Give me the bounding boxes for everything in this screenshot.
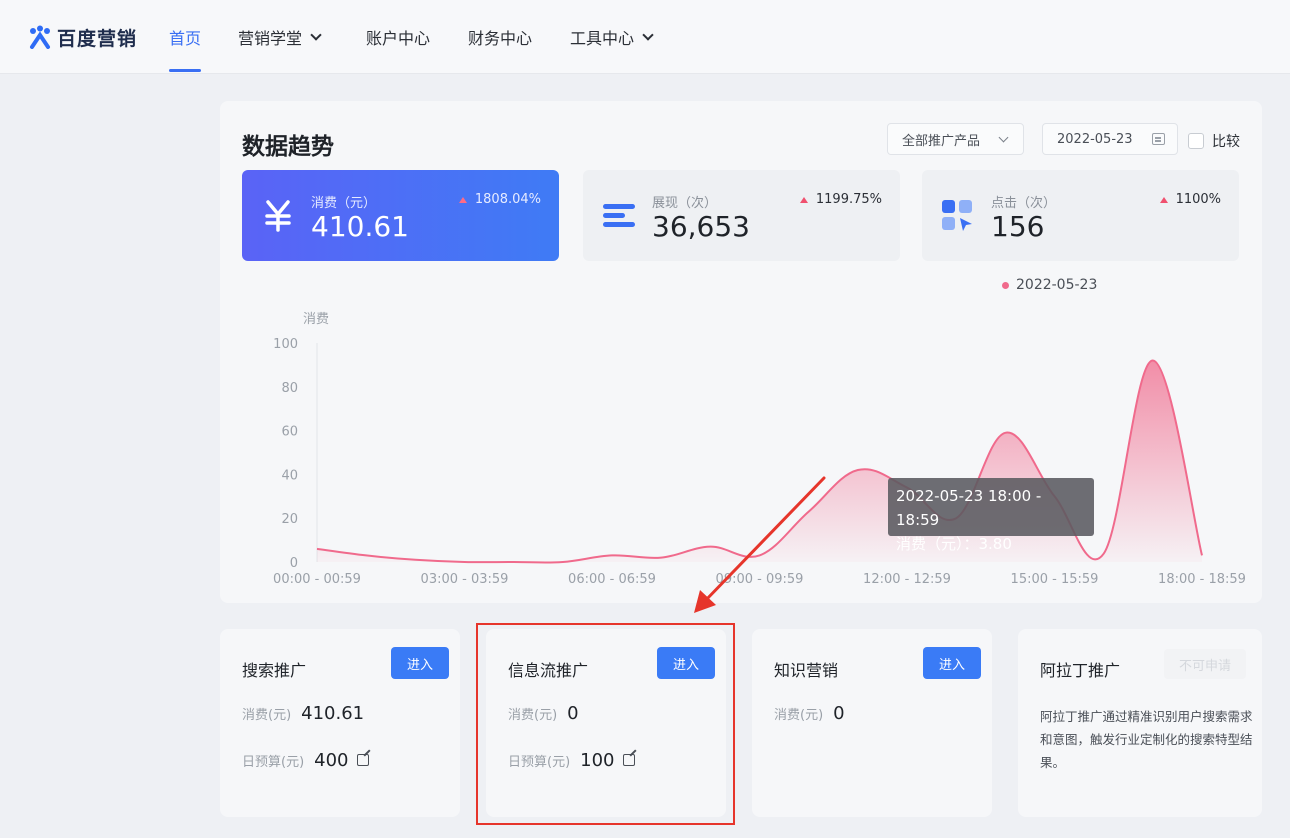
nav-account-center-label: 账户中心 — [366, 29, 431, 48]
nav-tool-center-label: 工具中心 — [570, 29, 635, 48]
nav-finance-center-label: 财务中心 — [468, 29, 533, 48]
nav-home-label: 首页 — [169, 29, 202, 48]
chevron-down-icon — [642, 28, 654, 41]
card-title: 搜索推广 — [242, 661, 307, 680]
data-point — [414, 558, 417, 561]
card-knowledge-marketing: 知识营销 进入 消费(元) 0 — [752, 629, 992, 817]
y-tick-label: 40 — [281, 468, 298, 483]
y-tick-label: 60 — [281, 425, 298, 440]
nav-marketing-school-label: 营销学堂 — [238, 29, 303, 48]
data-point — [463, 561, 466, 564]
data-point — [611, 554, 614, 557]
nav-finance-center[interactable]: 财务中心 — [468, 25, 532, 49]
data-point — [856, 469, 859, 472]
annotation-highlight-box — [476, 623, 735, 825]
data-point — [1004, 431, 1007, 434]
nav-marketing-school[interactable]: 营销学堂 — [238, 25, 322, 49]
spend-label: 消费(元) — [242, 708, 292, 723]
y-tick-label: 20 — [281, 512, 298, 527]
data-point — [1151, 359, 1154, 362]
card-description: 阿拉丁推广通过精准识别用户搜索需求和意图，触发行业定制化的搜索特型结果。 — [1040, 709, 1253, 770]
budget-value: 400 — [314, 750, 349, 771]
enter-button[interactable]: 进入 — [923, 647, 981, 679]
x-tick-label: 06:00 - 06:59 — [568, 572, 656, 587]
spend-value: 410.61 — [301, 703, 365, 724]
data-point — [316, 547, 319, 550]
x-tick-label: 00:00 - 00:59 — [273, 572, 361, 587]
x-tick-label: 03:00 - 03:59 — [421, 572, 509, 587]
spend-value: 0 — [833, 703, 845, 724]
spend-row: 消费(元) 0 — [774, 703, 845, 724]
budget-row: 日预算(元) 400 — [242, 750, 369, 771]
nav-home[interactable]: 首页 — [169, 25, 201, 49]
data-point — [709, 545, 712, 548]
brand-name: 百度营销 — [57, 27, 138, 50]
spend-row: 消费(元) 410.61 — [242, 703, 364, 724]
chart-tooltip: 2022-05-23 18:00 - 18:59 消费（元）：3.80 — [888, 478, 1094, 553]
tooltip-value: 消费（元）：3.80 — [896, 535, 1012, 553]
enter-button[interactable]: 进入 — [391, 647, 449, 679]
card-aladdin-promotion: 阿拉丁推广 不可申请 阿拉丁推广通过精准识别用户搜索需求和意图，触发行业定制化的… — [1018, 629, 1262, 817]
tooltip-title: 2022-05-23 18:00 - 18:59 — [896, 487, 1042, 529]
chevron-down-icon — [310, 28, 322, 41]
nav-account-center[interactable]: 账户中心 — [366, 25, 430, 49]
card-title: 阿拉丁推广 — [1040, 661, 1121, 680]
y-tick-label: 80 — [281, 381, 298, 396]
y-tick-label: 0 — [290, 556, 298, 571]
y-tick-label: 100 — [273, 337, 298, 352]
y-axis-title: 消费 — [303, 312, 329, 327]
card-search-promotion: 搜索推广 进入 消费(元) 410.61 日预算(元) 400 — [220, 629, 460, 817]
data-point — [365, 554, 368, 557]
data-trend-panel: 数据趋势 全部推广产品 2022-05-23 比较 消费（元） 410.61 1… — [220, 101, 1262, 603]
data-point — [1201, 554, 1204, 557]
data-point — [758, 554, 761, 557]
data-point — [660, 556, 663, 559]
nav-tool-center[interactable]: 工具中心 — [570, 25, 654, 49]
edit-icon[interactable] — [356, 754, 369, 766]
data-point — [807, 510, 810, 513]
spend-trend-chart[interactable]: 消费 100 80 60 40 20 000:00 - 00:59 03:00 - 03:59… — [220, 101, 1262, 603]
baidu-paw-icon — [30, 25, 50, 49]
data-point — [561, 561, 564, 564]
budget-label: 日预算(元) — [242, 755, 305, 770]
x-tick-label: 18:00 - 18:59 — [1158, 572, 1246, 587]
x-tick-label: 15:00 - 15:59 — [1011, 572, 1099, 587]
data-point — [512, 561, 515, 564]
top-nav: 百度营销 首页 营销学堂 账户中心 财务中心 工具中心 — [0, 0, 1290, 74]
x-tick-label: 12:00 - 12:59 — [863, 572, 951, 587]
nav-active-indicator — [169, 69, 201, 72]
not-applicable-button: 不可申请 — [1164, 649, 1246, 679]
data-point — [1102, 552, 1105, 555]
card-title: 知识营销 — [774, 661, 839, 680]
spend-label: 消费(元) — [774, 708, 824, 723]
brand-logo[interactable]: 百度营销 — [28, 22, 137, 52]
x-tick-label: 09:00 - 09:59 — [716, 572, 804, 587]
